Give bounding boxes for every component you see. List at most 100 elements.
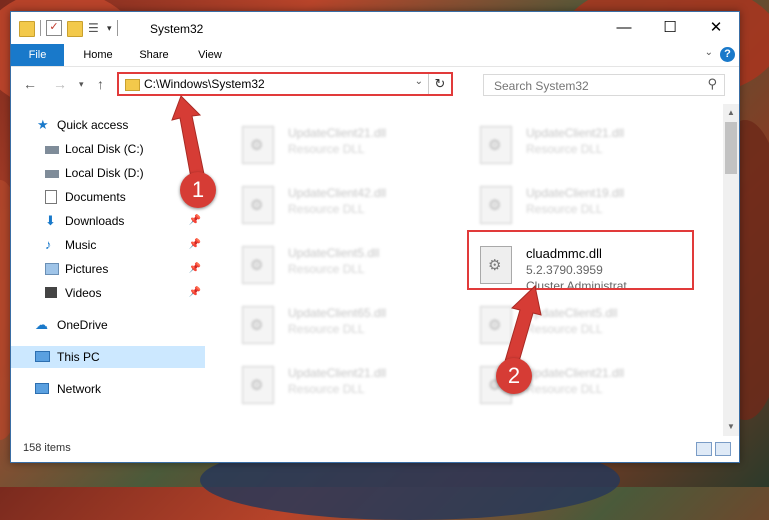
dll-file-icon	[242, 306, 274, 344]
minimize-button[interactable]: —	[601, 12, 647, 43]
sidebar-item-label: This PC	[57, 350, 100, 364]
list-item[interactable]: UpdateClient42.dll Resource DLL	[218, 184, 438, 236]
sidebar-item-network[interactable]: Network	[11, 378, 205, 400]
file-description: Resource DLL	[526, 322, 603, 336]
back-arrow-icon[interactable]: ←	[23, 76, 37, 92]
sidebar-item-local-disk-d[interactable]: Local Disk (D:)	[11, 162, 205, 184]
large-icons-view-icon[interactable]	[715, 442, 731, 456]
pin-icon[interactable]: 📌	[189, 210, 201, 232]
list-item[interactable]: UpdateClient19.dll Resource DLL	[456, 184, 676, 236]
documents-icon	[45, 190, 57, 204]
file-name: UpdateClient42.dll	[288, 186, 387, 200]
list-item[interactable]: UpdateClient21.dll Resource DLL	[218, 124, 438, 176]
recent-locations-icon[interactable]: ▾	[79, 79, 84, 90]
list-item[interactable]: UpdateClient65.dll Resource DLL	[218, 304, 438, 356]
sidebar-item-music[interactable]: ♪ Music 📌	[11, 234, 205, 256]
tab-file[interactable]: File	[11, 44, 64, 66]
chevron-down-icon[interactable]: ▾	[107, 23, 112, 34]
sidebar-item-label: Local Disk (D:)	[65, 166, 144, 180]
list-item[interactable]: UpdateClient5.dll Resource DLL	[218, 244, 438, 296]
file-name: UpdateClient19.dll	[526, 186, 625, 200]
search-icon[interactable]: ⚲	[707, 76, 717, 92]
callout-badge-1: 1	[180, 172, 216, 208]
sidebar-item-quick-access[interactable]: ★ Quick access	[11, 114, 205, 136]
maximize-button[interactable]: ☐	[647, 12, 693, 43]
chevron-down-icon[interactable]: ⌄	[415, 76, 423, 87]
quick-access-toolbar: ✓ ☰ ▾	[19, 20, 118, 37]
list-item[interactable]: UpdateClient21.dll Resource DLL	[218, 364, 438, 416]
scroll-up-icon[interactable]: ▲	[727, 108, 735, 117]
scrollbar-thumb[interactable]	[725, 122, 737, 174]
file-description: Resource DLL	[288, 202, 365, 216]
sidebar-item-label: Network	[57, 382, 102, 396]
callout-badge-2: 2	[496, 358, 532, 394]
customize-icon[interactable]: ☰	[88, 21, 102, 35]
tab-view[interactable]: View	[187, 44, 233, 66]
file-description: Resource DLL	[526, 202, 603, 216]
file-description: Resource DLL	[288, 142, 365, 156]
dll-file-icon	[242, 126, 274, 164]
sidebar-item-downloads[interactable]: ⬇ Downloads 📌	[11, 210, 205, 232]
sidebar-item-this-pc[interactable]: This PC	[11, 346, 205, 368]
sidebar-item-label: Quick access	[57, 118, 129, 132]
close-button[interactable]: ✕	[693, 12, 739, 43]
sidebar-item-pictures[interactable]: Pictures 📌	[11, 258, 205, 280]
pin-icon[interactable]: 📌	[189, 258, 201, 280]
refresh-icon[interactable]: ↻	[428, 74, 451, 94]
title-bar: ✓ ☰ ▾ System32 — ☐ ✕	[11, 12, 739, 44]
scroll-down-icon[interactable]: ▼	[727, 422, 735, 431]
file-name: UpdateClient5.dll	[526, 306, 618, 320]
item-count: 158 items	[23, 442, 71, 454]
ribbon-tabs: File Home Share View ⌄ ?	[11, 44, 739, 67]
dll-file-icon	[242, 246, 274, 284]
videos-icon	[45, 287, 57, 298]
file-name: UpdateClient21.dll	[288, 366, 387, 380]
pin-icon[interactable]: 📌	[189, 234, 201, 256]
sidebar-item-local-disk-c[interactable]: Local Disk (C:)	[11, 138, 205, 160]
forward-arrow-icon[interactable]: →	[53, 76, 67, 92]
sidebar-item-onedrive[interactable]: ☁ OneDrive	[11, 314, 205, 336]
address-bar[interactable]: C:\Windows\System32 ⌄ ↻	[117, 72, 453, 96]
details-view-icon[interactable]	[696, 442, 712, 456]
navigation-bar: ← → ▾ ↑ C:\Windows\System32 ⌄ ↻ ⚲	[11, 68, 739, 102]
list-item[interactable]: UpdateClient21.dll Resource DLL	[456, 364, 676, 416]
tab-share[interactable]: Share	[131, 44, 177, 66]
folder-icon	[125, 79, 140, 91]
address-path[interactable]: C:\Windows\System32	[144, 77, 265, 91]
network-icon	[35, 383, 49, 394]
pin-icon[interactable]: 📌	[189, 282, 201, 304]
sidebar-item-videos[interactable]: Videos 📌	[11, 282, 205, 304]
tab-home[interactable]: Home	[73, 44, 123, 66]
file-description: Resource DLL	[288, 262, 365, 276]
chevron-down-icon[interactable]: ⌄	[705, 47, 713, 58]
file-name: UpdateClient5.dll	[288, 246, 380, 260]
file-name: UpdateClient21.dll	[526, 366, 625, 380]
search-input[interactable]	[492, 76, 706, 96]
vertical-scrollbar[interactable]: ▲ ▼	[723, 104, 739, 436]
help-icon[interactable]: ?	[720, 47, 735, 62]
dll-file-icon	[480, 306, 512, 344]
file-name: UpdateClient65.dll	[288, 306, 387, 320]
properties-icon[interactable]: ✓	[46, 20, 62, 36]
list-item[interactable]: UpdateClient5.dll Resource DLL	[456, 304, 676, 356]
file-name: UpdateClient21.dll	[288, 126, 387, 140]
dll-file-icon	[242, 366, 274, 404]
drive-icon	[45, 170, 59, 178]
file-name: UpdateClient21.dll	[526, 126, 625, 140]
navigation-pane: ★ Quick access Local Disk (C:) Local Dis…	[11, 104, 207, 436]
sidebar-item-label: Music	[65, 238, 97, 252]
music-icon: ♪	[45, 237, 52, 252]
sidebar-item-label: Local Disk (C:)	[65, 142, 144, 156]
dll-file-icon	[480, 186, 512, 224]
cloud-icon: ☁	[35, 317, 48, 332]
divider	[116, 20, 118, 36]
sidebar-item-documents[interactable]: Documents 📌	[11, 186, 205, 208]
search-box[interactable]: ⚲	[483, 74, 725, 96]
new-folder-icon[interactable]	[67, 21, 83, 37]
sidebar-item-label: Pictures	[65, 262, 109, 276]
up-arrow-icon[interactable]: ↑	[97, 76, 104, 92]
dll-file-icon	[242, 186, 274, 224]
list-item[interactable]: UpdateClient21.dll Resource DLL	[456, 124, 676, 176]
sidebar-item-label: Videos	[65, 286, 102, 300]
sidebar-item-label: OneDrive	[57, 318, 108, 332]
